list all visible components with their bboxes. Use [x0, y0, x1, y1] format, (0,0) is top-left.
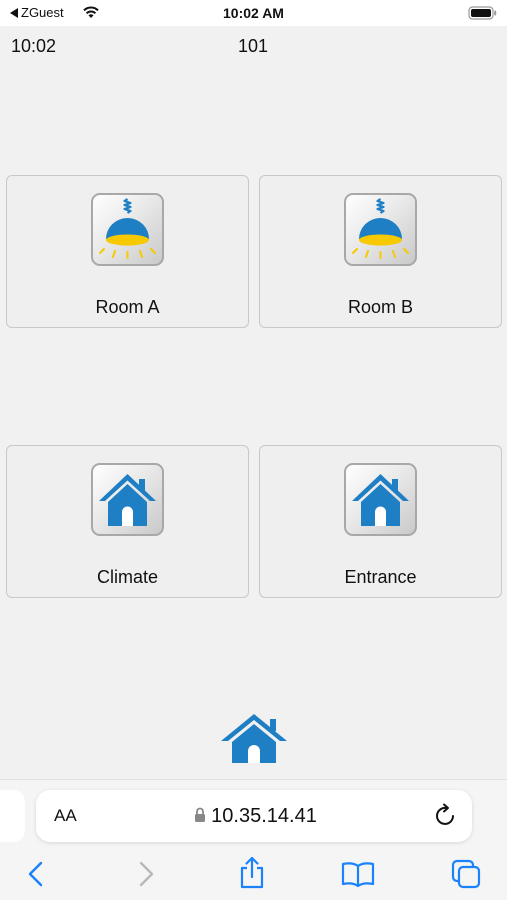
lamp-icon [99, 198, 156, 259]
tile-label: Entrance [344, 567, 417, 587]
icon-frame [344, 193, 417, 266]
back-icon[interactable] [26, 860, 46, 888]
tile-climate[interactable]: Climate [6, 445, 249, 598]
home-nav-button[interactable] [220, 712, 288, 764]
tile-label: Room B [347, 297, 414, 317]
app-header: 10:02 101 [0, 26, 507, 66]
house-icon [352, 474, 409, 526]
tile-room-a[interactable]: Room A [6, 175, 249, 328]
reload-icon[interactable] [434, 803, 458, 829]
lamp-icon [352, 198, 409, 259]
app-clock: 10:02 [11, 36, 57, 56]
battery-icon [468, 6, 497, 20]
previous-tab-preview[interactable] [0, 790, 25, 842]
tile-label: Room A [95, 297, 160, 317]
address-bar[interactable]: AA 10.35.14.41 [36, 790, 472, 842]
tile-room-b[interactable]: Room B [259, 175, 502, 328]
icon-frame [344, 463, 417, 536]
tabs-icon[interactable] [450, 858, 482, 890]
room-number: 101 [238, 36, 269, 56]
status-bar: ZGuest 10:02 AM [0, 0, 507, 26]
url-text: 10.35.14.41 [211, 805, 317, 827]
forward-icon[interactable] [136, 860, 156, 888]
icon-frame [91, 463, 164, 536]
bookmarks-icon[interactable] [341, 860, 375, 888]
browser-bar: AA 10.35.14.41 [0, 779, 507, 900]
tile-entrance[interactable]: Entrance [259, 445, 502, 598]
share-icon[interactable] [238, 856, 266, 890]
status-time: 10:02 AM [223, 5, 284, 21]
tile-label: Climate [96, 567, 158, 587]
icon-frame [91, 193, 164, 266]
screen: ZGuest 10:02 AM 10:02 101 Room A Room B … [0, 0, 507, 900]
house-icon [99, 474, 156, 526]
